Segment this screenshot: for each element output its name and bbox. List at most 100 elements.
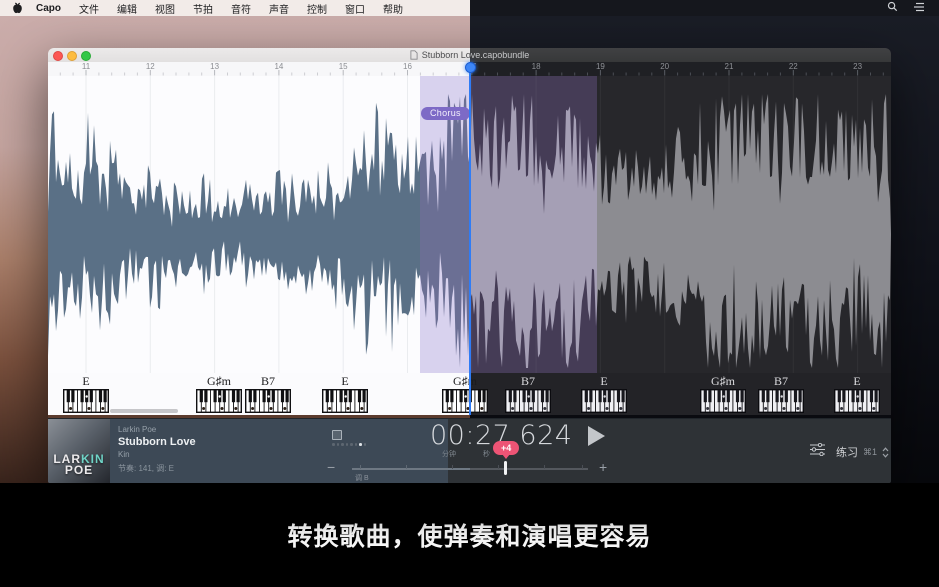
caption-band: 转换歌曲，使弹奏和演唱更容易 [0,483,939,587]
menu-item-5[interactable]: 音符 [222,1,260,16]
piano-chord-icon [581,389,627,413]
slider-tick [498,465,499,469]
ruler-number: 16 [403,62,412,71]
piano-chord-icon [196,389,242,413]
screen: Capo文件编辑视图节拍音符声音控制窗口帮助 Stubborn Love.cap… [0,0,939,587]
slider-tick [544,465,545,469]
menu-item-9[interactable]: 帮助 [374,1,412,16]
caption-text: 转换歌曲，使弹奏和演唱更容易 [287,517,651,553]
ruler-number: 23 [853,62,862,71]
chord-Gsm[interactable]: G♯m [700,375,746,418]
piano-chord-icon [700,389,746,413]
ruler-number: 12 [146,62,155,71]
minutes-label: 分钟 [442,449,456,459]
menu-item-8[interactable]: 窗口 [336,1,374,16]
apple-icon[interactable] [12,2,23,14]
page-dot [337,443,340,446]
capo-window: Stubborn Love.capobundle Stubborn Love.c… [48,48,891,483]
chord-B7[interactable]: B7 [245,375,291,418]
page-dot [355,443,358,446]
playhead[interactable] [469,62,471,415]
piano-chord-icon [245,389,291,413]
chord-B7[interactable]: B7 [505,375,551,418]
ruler-number: 11 [82,62,90,71]
chord-label: E [63,375,109,389]
ruler-number: 19 [596,62,605,71]
album-art: LARKIN POE [48,419,110,483]
chord-E[interactable]: E [63,375,109,418]
search-icon[interactable] [887,1,898,15]
notification-center-icon[interactable] [913,2,925,15]
page-dot [364,443,367,446]
transpose-slider-track[interactable] [352,468,588,470]
chord-E[interactable]: E [322,375,368,418]
section-badge-chorus[interactable]: Chorus [421,107,470,120]
mixer-icon[interactable] [810,443,825,461]
document-icon [410,50,418,60]
chord-label: E [581,375,627,389]
menu-item-app[interactable]: Capo [27,3,70,14]
ruler-number: 18 [532,62,541,71]
playhead-knob[interactable] [465,62,476,73]
menu-bar: Capo文件编辑视图节拍音符声音控制窗口帮助 [0,0,939,16]
horizontal-scrollbar[interactable] [110,409,178,413]
transport-bar: LARKIN POE Larkin Poe Stubborn Love Kin … [48,418,891,483]
ruler-number: 20 [660,62,669,71]
chord-label: E [834,375,880,389]
minimize-button[interactable] [67,51,77,61]
play-button[interactable] [588,426,605,446]
slider-tick [406,465,407,469]
transpose-slider-handle[interactable] [504,461,507,475]
seconds-label: 秒 [483,449,490,459]
section-icon [332,430,342,440]
slider-tick [452,465,453,469]
menu-item-1[interactable]: 文件 [70,1,108,16]
page-dot [341,443,344,446]
chord-label: B7 [245,375,291,389]
menu-item-4[interactable]: 节拍 [184,1,222,16]
piano-chord-icon [322,389,368,413]
slider-tick [582,465,583,469]
chord-E[interactable]: E [581,375,627,418]
chord-B7[interactable]: B7 [758,375,804,418]
transpose-badge: +4 [493,441,519,455]
chord-Gsm[interactable]: G♯m [442,375,488,418]
page-dot [359,443,362,446]
transpose-minus-button[interactable]: − [327,459,335,475]
ruler-number: 15 [339,62,348,71]
practice-mode-selector[interactable]: 练习 ⌘1 [836,444,889,460]
zoom-button[interactable] [81,51,91,61]
piano-chord-icon [505,389,551,413]
song-title: Stubborn Love [118,437,196,448]
chord-label: E [322,375,368,389]
page-dot [350,443,353,446]
section-dots-indicator[interactable] [332,430,366,446]
chord-label: G♯m [196,375,242,389]
page-dot [346,443,349,446]
ruler-number: 22 [789,62,798,71]
menu-items: Capo文件编辑视图节拍音符声音控制窗口帮助 [0,1,412,16]
chevron-updown-icon [882,447,889,458]
menu-item-3[interactable]: 视图 [146,1,184,16]
window-title-bar[interactable]: Stubborn Love.capobundle Stubborn Love.c… [48,48,891,62]
piano-chord-icon [834,389,880,413]
practice-shortcut: ⌘1 [863,447,877,458]
slider-tick [360,465,361,469]
ruler-number: 21 [725,62,734,71]
current-key-label: 调 B [355,473,369,483]
piano-chord-icon [442,389,488,413]
chord-Gsm[interactable]: G♯m [196,375,242,418]
artist-name: Larkin Poe [118,426,196,434]
menu-item-2[interactable]: 编辑 [108,1,146,16]
menu-item-6[interactable]: 声音 [260,1,298,16]
ruler-number: 14 [274,62,283,71]
menu-item-7[interactable]: 控制 [298,1,336,16]
ruler-number: 13 [210,62,219,71]
page-dot [332,443,335,446]
page-dots [332,443,366,446]
transpose-plus-button[interactable]: + [599,459,607,475]
piano-chord-icon [63,389,109,413]
close-button[interactable] [53,51,63,61]
song-info: Larkin Poe Stubborn Love Kin 节奏: 141, 调:… [118,426,196,473]
chord-E[interactable]: E [834,375,880,418]
